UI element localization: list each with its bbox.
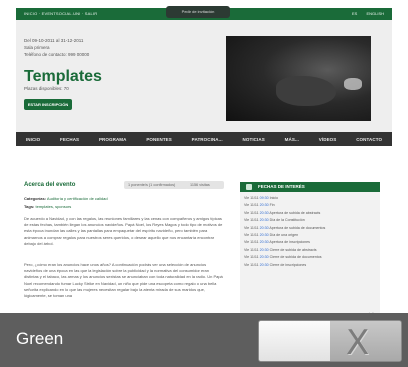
nav-item-videos[interactable]: VÍDEOS [319,137,337,142]
key-date-item: Vie 11/11 20:30 Apertura de subida de do… [244,225,326,230]
category-line: Categorías: Auditoría y certificación de… [24,196,108,201]
register-button-label: ESTAR INSCRIPCIÓN [27,102,69,107]
photo-highlight [344,78,362,90]
category-label: Categorías: [24,196,47,201]
language-en[interactable]: ENGLISH [366,11,384,16]
register-button[interactable]: ESTAR INSCRIPCIÓN [24,99,72,110]
nav-item-patrocinadores[interactable]: PATROCINA... [192,137,223,142]
key-date-item: Vie 11/11 20:30 Cierre de subida de abst… [244,247,317,252]
category-link[interactable]: Auditoría y certificación de calidad [47,196,108,201]
event-phone: Teléfono de contacto: 999 00000 [24,52,90,57]
toggle-on-segment[interactable] [259,321,330,361]
key-date-item: Vie 11/11 20:30 Cierre de inscripciones [244,262,307,267]
about-title: Acerca del evento [24,182,76,188]
key-dates-panel: FECHAS DE INTERÉS Vie 11/11 09:30 Inicio… [240,182,380,322]
language-switch: ES ENGLISH [344,11,384,16]
event-header: Del 09-10-2011 al 31-12-2011 Sala primer… [16,20,392,132]
photo-shadow [276,76,336,106]
nav-item-ponentes[interactable]: PONENTES [146,137,172,142]
nav-item-contacto[interactable]: CONTACTO [356,137,382,142]
visits-badge: 1156 visitas [186,181,224,189]
nav-item-programa[interactable]: PROGRAMA [99,137,127,142]
key-date-item: Vie 11/11 20:30 Apertura de inscripcione… [244,240,310,245]
description-paragraph-1: De acuerdo a Navidad, y con las regalos,… [24,216,223,246]
key-date-item: Vie 11/11 20:30 Cierre de subida de docu… [244,255,322,260]
key-date-item: Vie 11/11 20:30 Día de una origen [244,232,299,237]
nav-item-inicio[interactable]: INICIO [26,137,40,142]
key-date-item: Vie 11/11 20:30 Fin [244,203,275,208]
key-dates-title: FECHAS DE INTERÉS [258,184,305,189]
top-bar-links[interactable]: INICIO · EVENTSOCIAL.UNI · SALIR [24,11,97,16]
key-dates-list: Vie 11/11 09:30 Inicio Vie 11/11 20:30 F… [240,195,380,269]
main-nav: INICIO FECHAS PROGRAMA PONENTES PATROCIN… [16,132,392,146]
toggle-off-segment[interactable]: X [330,321,401,361]
speakers-badge: 1 ponente/s (1 confirmados) [124,181,188,189]
tags-label: Tags: [24,204,35,209]
answer-toggle[interactable]: X [258,320,402,362]
calendar-icon [246,184,252,190]
event-meta: Del 09-10-2011 al 31-12-2011 Sala primer… [24,37,89,58]
key-date-item: Vie 11/11 20:30 Apertura de subida de ab… [244,210,321,215]
description-paragraph-2: Pero, ¿cómo eran los anuncios hace unos … [24,262,223,299]
key-dates-header: FECHAS DE INTERÉS [240,182,380,192]
nav-item-mas[interactable]: MÁS... [285,137,299,142]
language-es[interactable]: ES [352,11,357,16]
nav-item-fechas[interactable]: FECHAS [60,137,79,142]
key-date-item: Vie 11/11 09:30 Inicio [244,196,278,200]
answer-label: Green [16,329,64,348]
event-room: Sala primera [24,45,50,50]
answer-bar: Green X [0,313,408,367]
tags-link[interactable]: templates, sponsors [36,204,72,209]
event-places: Plazas disponibles: 70 [24,86,69,91]
event-title: Templates [24,68,102,85]
invitation-button[interactable]: Pedir de invitación [166,6,230,18]
nav-item-noticias[interactable]: NOTICIAS [243,137,265,142]
top-bar: INICIO · EVENTSOCIAL.UNI · SALIR Pedir d… [16,6,392,20]
key-date-item: Vie 11/11 20:30 Día de la Constitución [244,218,305,223]
close-icon: X [346,323,370,362]
event-dates: Del 09-10-2011 al 31-12-2011 [24,38,84,43]
tags-line: Tags: templates, sponsors [24,204,71,209]
event-photo [226,36,371,121]
